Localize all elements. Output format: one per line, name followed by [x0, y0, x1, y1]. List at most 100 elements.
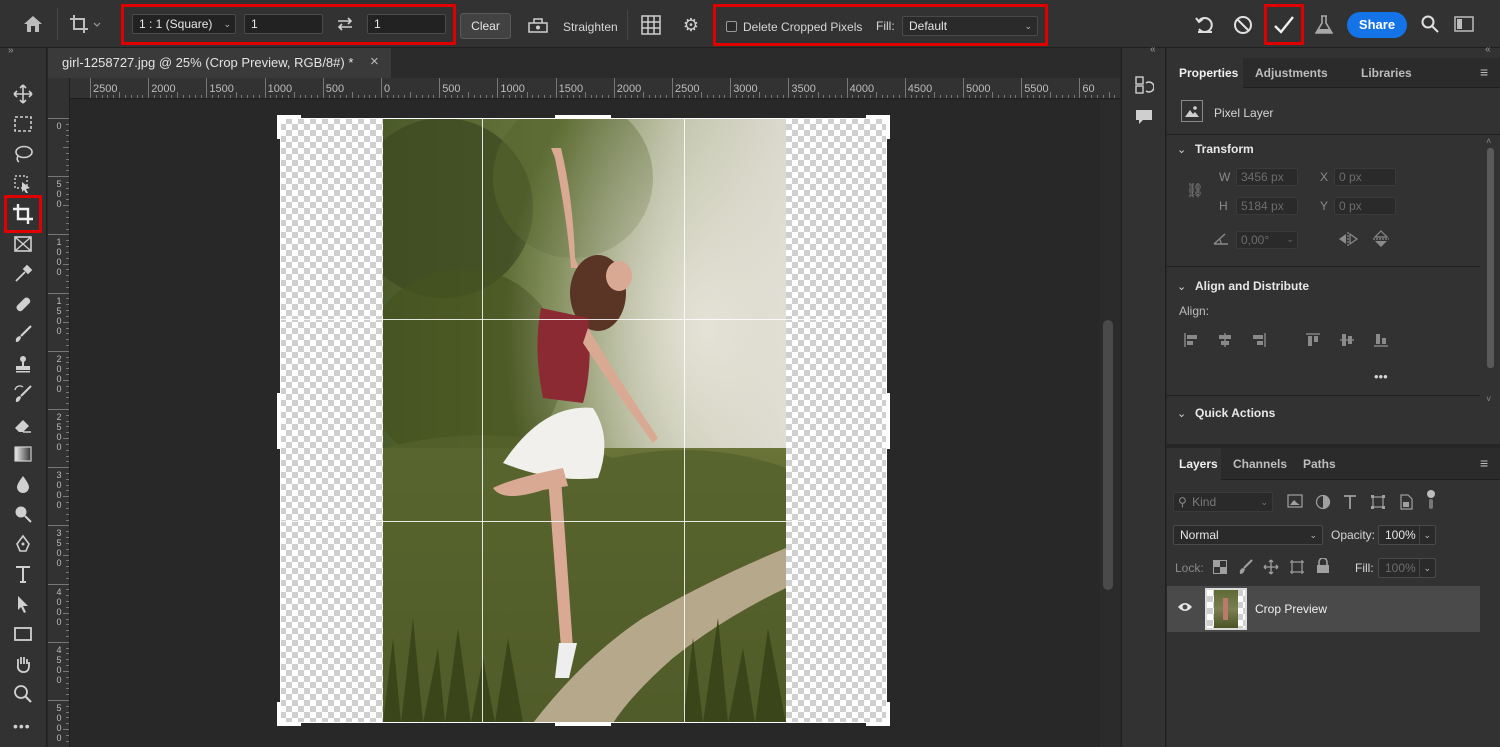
crop-width-input[interactable]: 1 [244, 14, 323, 34]
chevron-up-icon[interactable]: ˄ [1486, 136, 1491, 146]
lasso-tool-icon[interactable] [8, 141, 38, 167]
crop-handle-bottom[interactable] [555, 722, 611, 726]
height-field[interactable]: 5184 px [1236, 197, 1298, 215]
gear-icon[interactable]: ⚙ [680, 14, 702, 36]
collapse-chevrons-icon[interactable]: » [8, 45, 14, 56]
filter-shape-icon[interactable] [1370, 494, 1386, 513]
crop-tool-preset-icon[interactable] [66, 12, 106, 36]
blur-tool-icon[interactable] [8, 471, 38, 497]
link-icon[interactable]: ⛓ [1186, 182, 1204, 199]
comments-panel-icon[interactable] [1132, 106, 1156, 128]
align-top-icon[interactable] [1305, 332, 1321, 351]
lock-position-icon[interactable] [1263, 559, 1279, 578]
crop-handle-top-left[interactable] [277, 115, 301, 139]
angle-field[interactable]: 0,00° ⌄ [1236, 231, 1298, 249]
filter-toggle-icon[interactable] [1427, 490, 1435, 510]
tab-libraries[interactable]: Libraries [1361, 66, 1412, 80]
frame-tool-icon[interactable] [8, 231, 38, 257]
align-center-h-icon[interactable] [1217, 332, 1233, 351]
marquee-tool-icon[interactable] [8, 111, 38, 137]
clone-stamp-tool-icon[interactable] [8, 351, 38, 377]
tab-channels[interactable]: Channels [1233, 457, 1287, 471]
more-tools-icon[interactable]: ••• [13, 718, 31, 734]
history-panel-icon[interactable] [1132, 74, 1156, 96]
grid-overlay-icon[interactable] [640, 14, 662, 36]
width-field[interactable]: 3456 px [1236, 168, 1298, 186]
straighten-icon[interactable] [526, 14, 550, 36]
tab-paths[interactable]: Paths [1303, 457, 1336, 471]
search-icon[interactable] [1419, 13, 1441, 35]
flip-horizontal-icon[interactable] [1337, 231, 1359, 250]
chevron-down-icon[interactable]: ⌄ [1177, 280, 1186, 293]
gradient-tool-icon[interactable] [8, 441, 38, 467]
crop-handle-top[interactable] [555, 115, 611, 119]
filter-pixel-icon[interactable] [1287, 494, 1303, 511]
canvas-area[interactable] [71, 100, 1100, 747]
properties-scrollbar[interactable]: ˄ ˅ [1485, 136, 1497, 436]
align-right-icon[interactable] [1251, 332, 1267, 351]
crop-box[interactable] [280, 118, 887, 723]
layer-row[interactable]: Crop Preview [1167, 586, 1480, 632]
swap-icon[interactable] [334, 14, 356, 34]
x-field[interactable]: 0 px [1334, 168, 1396, 186]
tab-layers-label[interactable]: Layers [1179, 457, 1218, 471]
workspace-icon[interactable] [1453, 14, 1475, 34]
zoom-tool-icon[interactable] [8, 681, 38, 707]
document-tab[interactable]: girl-1258727.jpg @ 25% (Crop Preview, RG… [48, 48, 391, 78]
quick-actions-section-title[interactable]: Quick Actions [1195, 406, 1275, 420]
scrollbar-thumb[interactable] [1487, 148, 1494, 368]
chevron-down-icon[interactable]: ˅ [1486, 394, 1491, 404]
eraser-tool-icon[interactable] [8, 411, 38, 437]
close-icon[interactable]: × [370, 53, 379, 70]
lock-transparent-icon[interactable] [1213, 560, 1227, 577]
history-brush-tool-icon[interactable] [8, 381, 38, 407]
eye-icon[interactable] [1177, 601, 1193, 616]
align-bottom-icon[interactable] [1373, 332, 1389, 351]
y-field[interactable]: 0 px [1334, 197, 1396, 215]
chevron-down-icon[interactable]: ⌄ [1177, 407, 1186, 420]
rectangle-tool-icon[interactable] [8, 621, 38, 647]
move-tool-icon[interactable] [8, 81, 38, 107]
object-selection-tool-icon[interactable] [8, 171, 38, 197]
share-button[interactable]: Share [1347, 12, 1407, 38]
eyedropper-tool-icon[interactable] [8, 261, 38, 287]
layer-kind-filter[interactable]: ⚲ Kind ⌄ [1173, 492, 1273, 512]
checkmark-icon[interactable] [1271, 12, 1297, 38]
pen-tool-icon[interactable] [8, 531, 38, 557]
scrollbar-thumb[interactable] [1103, 320, 1113, 590]
filter-smart-object-icon[interactable] [1398, 494, 1414, 513]
type-tool-icon[interactable] [8, 561, 38, 587]
healing-brush-tool-icon[interactable] [8, 291, 38, 317]
more-options-icon[interactable]: ••• [1374, 369, 1388, 384]
blend-mode-select[interactable]: Normal ⌄ [1173, 525, 1323, 545]
align-section-title[interactable]: Align and Distribute [1195, 279, 1309, 293]
path-selection-tool-icon[interactable] [8, 591, 38, 617]
dodge-tool-icon[interactable] [8, 501, 38, 527]
crop-handle-bottom-right[interactable] [866, 702, 890, 726]
chevron-down-icon[interactable]: ⌄ [1177, 143, 1186, 156]
tab-properties-label[interactable]: Properties [1179, 66, 1238, 80]
opacity-field[interactable]: 100% ⌄ [1378, 525, 1436, 545]
home-icon[interactable] [20, 12, 46, 36]
reset-icon[interactable] [1193, 13, 1217, 37]
crop-height-input[interactable]: 1 [367, 14, 446, 34]
delete-cropped-label[interactable]: Delete Cropped Pixels [743, 20, 862, 34]
crop-tool-icon[interactable] [8, 201, 38, 227]
transform-section-title[interactable]: Transform [1195, 142, 1254, 156]
ratio-preset-select[interactable]: 1 : 1 (Square) ⌄ [132, 14, 236, 34]
crop-handle-bottom-left[interactable] [277, 702, 301, 726]
delete-cropped-checkbox[interactable] [726, 21, 737, 32]
lock-all-icon[interactable] [1316, 557, 1330, 577]
panel-menu-icon[interactable]: ≡ [1480, 455, 1488, 471]
hand-tool-icon[interactable] [8, 651, 38, 677]
crop-handle-top-right[interactable] [866, 115, 890, 139]
align-left-icon[interactable] [1183, 332, 1199, 351]
straighten-label[interactable]: Straighten [563, 20, 618, 34]
crop-handle-right[interactable] [886, 393, 890, 449]
align-middle-v-icon[interactable] [1339, 332, 1355, 351]
flip-vertical-icon[interactable] [1372, 229, 1390, 252]
clear-button[interactable]: Clear [460, 13, 511, 39]
lock-artboard-icon[interactable] [1289, 559, 1305, 578]
vertical-scrollbar[interactable] [1100, 100, 1120, 747]
fill-select[interactable]: Default ⌄ [902, 16, 1038, 36]
